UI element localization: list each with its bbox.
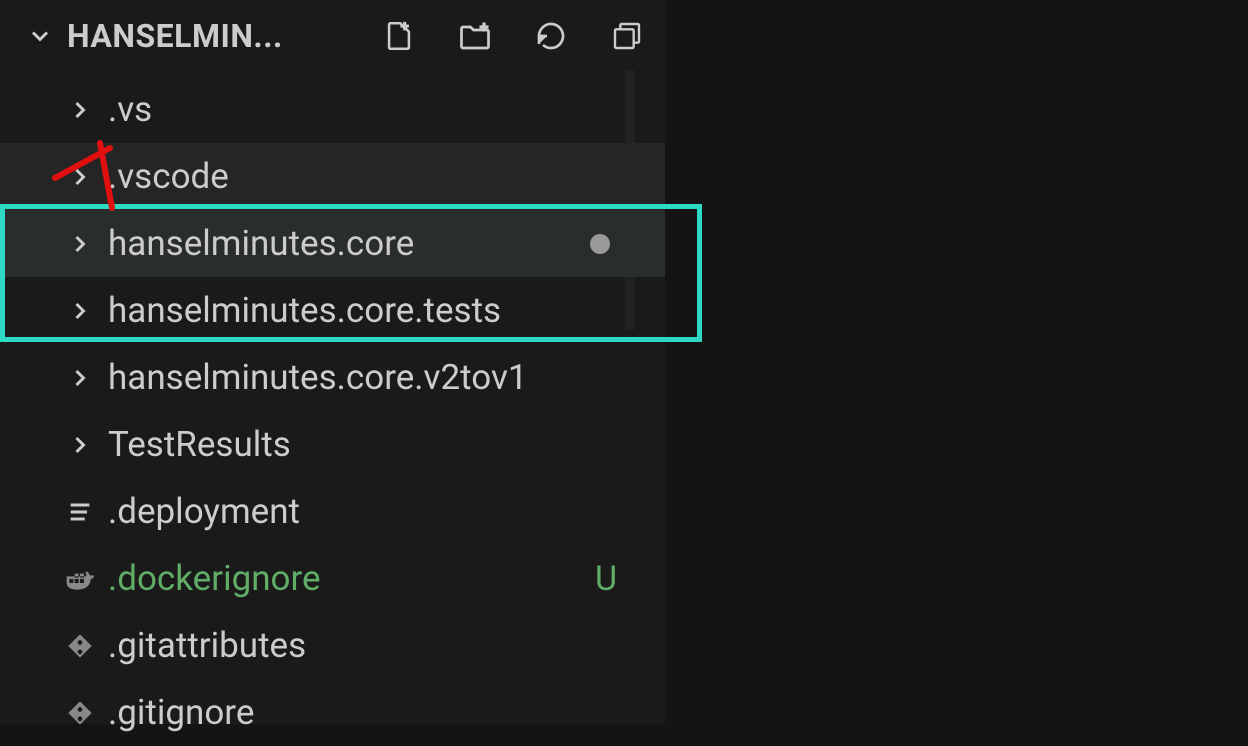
git-status-badge: U: [595, 559, 617, 599]
chevron-right-icon: [60, 230, 100, 258]
file-label: .dockerignore: [108, 558, 321, 599]
folder-label: hanselminutes.core.tests: [108, 290, 501, 331]
lines-file-icon: [60, 498, 100, 526]
chevron-right-icon: [60, 364, 100, 392]
explorer-panel: HANSELMIN...: [0, 0, 665, 724]
folder-row-vs[interactable]: .vs: [0, 76, 665, 143]
folder-label: .vs: [108, 89, 152, 130]
git-file-icon: [60, 632, 100, 660]
new-file-icon[interactable]: [381, 18, 417, 54]
git-file-icon: [60, 699, 100, 727]
refresh-icon[interactable]: [533, 18, 569, 54]
folder-row-vscode[interactable]: .vscode: [0, 143, 665, 210]
docker-file-icon: [60, 563, 100, 595]
file-row-deployment[interactable]: .deployment: [0, 478, 665, 545]
file-label: .deployment: [108, 491, 300, 532]
folder-row-testresults[interactable]: TestResults: [0, 411, 665, 478]
new-folder-icon[interactable]: [457, 18, 493, 54]
workspace-title: HANSELMIN...: [67, 17, 283, 55]
folder-row-hanselminutes-core[interactable]: hanselminutes.core: [0, 210, 665, 277]
file-label: .gitignore: [108, 692, 254, 733]
file-row-gitattributes[interactable]: .gitattributes: [0, 612, 665, 679]
file-tree: .vs .vscode hanselminutes.core: [0, 72, 665, 746]
chevron-right-icon: [60, 297, 100, 325]
chevron-right-icon: [60, 431, 100, 459]
chevron-right-icon: [60, 96, 100, 124]
file-label: .gitattributes: [108, 625, 306, 666]
folder-label: hanselminutes.core.v2tov1: [108, 357, 528, 398]
folder-label: TestResults: [108, 424, 291, 465]
chevron-down-icon: [25, 21, 55, 51]
folder-row-hanselminutes-core-v2tov1[interactable]: hanselminutes.core.v2tov1: [0, 344, 665, 411]
chevron-right-icon: [60, 163, 100, 191]
header-title-group[interactable]: HANSELMIN...: [25, 17, 381, 55]
file-row-gitignore[interactable]: .gitignore: [0, 679, 665, 746]
file-row-dockerignore[interactable]: .dockerignore U: [0, 545, 665, 612]
folder-row-hanselminutes-core-tests[interactable]: hanselminutes.core.tests: [0, 277, 665, 344]
modified-indicator-dot: [590, 234, 610, 254]
explorer-header: HANSELMIN...: [0, 0, 665, 72]
folder-label: .vscode: [108, 156, 229, 197]
collapse-all-icon[interactable]: [609, 18, 645, 54]
folder-label: hanselminutes.core: [108, 223, 414, 264]
explorer-toolbar: [381, 18, 645, 54]
